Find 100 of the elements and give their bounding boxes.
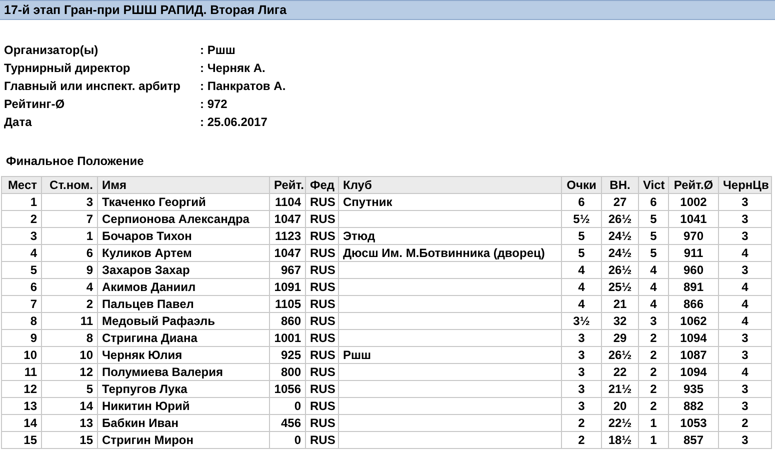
table-cell: 11	[24, 365, 37, 379]
table-cell: 27	[613, 195, 627, 209]
table-cell: 1123	[274, 229, 301, 243]
table-cell: 1087	[680, 348, 707, 362]
table-cell: 866	[683, 297, 704, 311]
table-cell: RUS	[310, 416, 336, 430]
table-cell: Никитин Юрий	[102, 399, 190, 413]
table-cell: 2	[742, 416, 748, 430]
table-cell: 20	[613, 399, 627, 413]
table-cell: Акимов Даниил	[102, 280, 196, 294]
info-label: Главный или инспект. арбитр	[4, 78, 182, 95]
table-cell: 2	[86, 297, 93, 311]
table-cell: 32	[613, 314, 627, 328]
table-cell: 24½	[608, 229, 632, 243]
table-cell: 1062	[680, 314, 707, 328]
table-cell: 3	[86, 195, 93, 209]
table-cell: Дюсш Им. М.Ботвинника (дворец)	[343, 246, 545, 260]
table-cell: 22½	[608, 416, 632, 430]
info-value: : Черняк А.	[200, 60, 266, 77]
table-cell: 14	[80, 399, 93, 413]
table-cell: 882	[683, 399, 704, 413]
table-cell: 9	[30, 331, 37, 345]
table-cell: 0	[294, 399, 301, 413]
table-cell: RUS	[310, 399, 336, 413]
table-cell: 11	[80, 314, 93, 328]
table-cell: Куликов Артем	[102, 246, 192, 260]
info-label: Турнирный директор	[4, 60, 132, 77]
table-cell: 7	[30, 297, 37, 311]
table-cell: 4	[650, 280, 657, 294]
info-label: Организатор(ы)	[4, 42, 100, 59]
table-cell: 29	[613, 331, 627, 345]
table-cell: Пальцев Павел	[102, 297, 194, 311]
table-cell: 10	[80, 348, 93, 362]
table-cell: 8	[86, 331, 93, 345]
table-cell: 2	[578, 416, 585, 430]
table-cell: 6	[578, 195, 585, 209]
column-header: Фед	[306, 176, 338, 194]
table-cell: RUS	[310, 331, 336, 345]
column-header: Рейт.Ø	[668, 176, 718, 194]
table-cell: Медовый Рафаэль	[102, 314, 215, 328]
table-cell: 1	[30, 195, 37, 209]
table-cell: RUS	[310, 195, 336, 209]
table-cell: 2	[650, 331, 657, 345]
table-cell: RUS	[310, 297, 336, 311]
table-cell: 13	[80, 416, 93, 430]
table-cell: 24½	[608, 246, 632, 260]
column-header: Рейт.	[270, 176, 306, 194]
table-cell: Ткаченко Георгий	[102, 195, 206, 209]
table-cell: 21	[613, 297, 627, 311]
table-cell: 3	[742, 433, 748, 447]
table-cell: Бабкин Иван	[102, 416, 178, 430]
table-cell: Терпугов Лука	[102, 382, 188, 396]
table-cell: 18½	[608, 433, 632, 447]
table-cell: 5	[650, 246, 657, 260]
section-title: Финальное Положение	[5, 153, 145, 170]
table-cell: 1047	[274, 212, 301, 226]
table-cell: 3	[742, 348, 748, 362]
table-cell: 3	[578, 365, 585, 379]
info-value: : 25.06.2017	[200, 114, 268, 131]
table-cell: 5	[650, 212, 657, 226]
column-header: Клуб	[338, 176, 562, 194]
info-label: Рейтинг-Ø	[4, 96, 66, 113]
table-cell: 4	[742, 314, 748, 328]
table-cell: 6	[86, 246, 93, 260]
table-cell: Стригина Диана	[102, 331, 198, 345]
table-cell: 1094	[680, 331, 707, 345]
table-cell: RUS	[310, 229, 336, 243]
table-cell: 1053	[680, 416, 707, 430]
table-cell: 4	[650, 263, 657, 277]
table-cell: 15	[80, 433, 93, 447]
table-cell: 3	[742, 229, 748, 243]
table-cell: Бочаров Тихон	[102, 229, 192, 243]
table-cell: RUS	[310, 263, 336, 277]
table-cell: 1056	[274, 382, 301, 396]
table-cell: 3	[742, 195, 748, 209]
table-cell: Ршш	[343, 348, 372, 362]
table-cell: 2	[650, 365, 657, 379]
table-cell: 1	[650, 416, 657, 430]
table-cell: 3	[578, 382, 585, 396]
table-cell: 456	[280, 416, 301, 430]
table-cell: 4	[742, 246, 748, 260]
table-cell: 4	[578, 297, 585, 311]
table-cell: Этюд	[343, 229, 376, 243]
table-cell: 3	[742, 382, 748, 396]
table-cell: 3	[578, 348, 585, 362]
table-cell: RUS	[310, 382, 336, 396]
table-cell: 5	[30, 263, 37, 277]
table-cell: Полумиева Валерия	[102, 365, 223, 379]
table-cell: 0	[294, 433, 301, 447]
table-cell: 15	[24, 433, 37, 447]
table-cell: 4	[578, 263, 585, 277]
table-cell: 6	[30, 280, 37, 294]
table-cell: 967	[280, 263, 301, 277]
table-cell: 10	[24, 348, 37, 362]
table-cell: 1091	[274, 280, 301, 294]
table-cell: 1041	[680, 212, 707, 226]
table-cell: 1001	[274, 331, 301, 345]
table-cell: 2	[650, 382, 657, 396]
table-cell: 5	[578, 246, 585, 260]
table-cell: Стригин Мирон	[102, 433, 194, 447]
